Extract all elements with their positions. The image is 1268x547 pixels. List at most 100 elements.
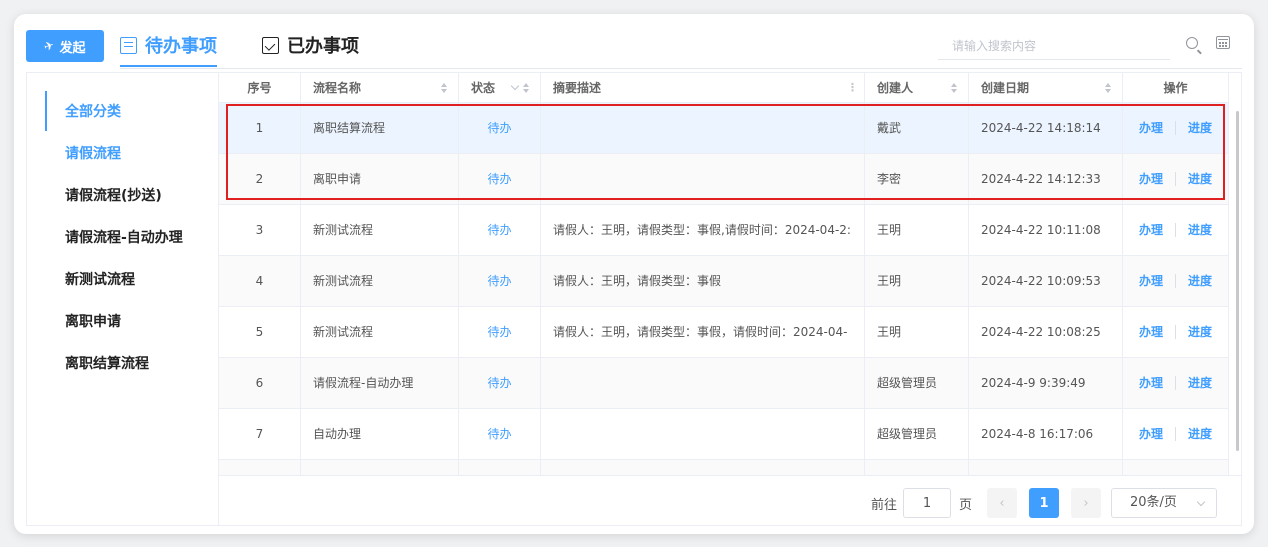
cell-actions: 办理 进度 — [1123, 409, 1229, 459]
vertical-scrollbar[interactable] — [1236, 111, 1239, 451]
launch-button-label: 发起 — [59, 40, 86, 56]
handle-button[interactable]: 办理 — [1127, 274, 1175, 288]
progress-button[interactable]: 进度 — [1175, 121, 1224, 135]
cell-status: 待办 — [459, 256, 541, 306]
table-row[interactable]: 5 新测试流程 待办 请假人：王明，请假类型：事假，请假时间：2024-04- 王明 20… — [219, 307, 1229, 358]
cell-status: 待办 — [459, 307, 541, 357]
sidebar-item-new-test[interactable]: 新测试流程 — [65, 269, 135, 289]
progress-button[interactable]: 进度 — [1175, 325, 1224, 339]
cell-summary — [541, 409, 865, 459]
cell-date: 2024-4-22 14:18:14 — [969, 103, 1123, 153]
tab-done-label: 已办事项 — [287, 36, 359, 57]
table-row[interactable]: 7 自动办理 待办 超级管理员 2024-4-8 16:17:06 办理 进度 — [219, 409, 1229, 460]
cell-no: 2 — [219, 154, 301, 204]
tab-done[interactable]: 已办事项 — [262, 28, 359, 62]
sidebar-item-resign-settle[interactable]: 离职结算流程 — [65, 353, 149, 373]
cell-summary — [541, 358, 865, 408]
progress-button[interactable]: 进度 — [1175, 274, 1224, 288]
cell-actions: 办理 进度 — [1123, 103, 1229, 153]
col-status[interactable]: 状态 — [459, 73, 541, 103]
cell-no: 4 — [219, 256, 301, 306]
col-name[interactable]: 流程名称 — [301, 73, 459, 103]
cell-status: 待办 — [459, 205, 541, 255]
cell-creator: 王明 — [865, 307, 969, 357]
tab-todo-label: 待办事项 — [145, 36, 217, 57]
table-header: 序号 流程名称 状态 摘要描述 ⋮ 创建人 创建日期 操作 — [219, 73, 1229, 103]
calendar-icon[interactable] — [1216, 36, 1230, 49]
todo-list-icon — [120, 36, 137, 54]
chevron-right-icon: › — [1083, 495, 1089, 511]
cell-date: 2024-4-22 10:09:53 — [969, 256, 1123, 306]
handle-button[interactable]: 办理 — [1127, 427, 1175, 441]
handle-button[interactable]: 办理 — [1127, 376, 1175, 390]
table-row-partial — [219, 460, 1229, 475]
sidebar-item-leave-cc[interactable]: 请假流程(抄送) — [65, 185, 162, 205]
cell-status: 待办 — [459, 154, 541, 204]
table-row[interactable]: 2 离职申请 待办 李密 2024-4-22 14:12:33 办理 进度 — [219, 154, 1229, 205]
sidebar-item-resign[interactable]: 离职申请 — [65, 311, 121, 331]
empty-cell — [865, 460, 969, 475]
cell-summary: 请假人：王明，请假类型：事假 — [541, 256, 865, 306]
tab-todo[interactable]: 待办事项 — [120, 28, 217, 67]
filter-chevron-icon[interactable] — [510, 81, 520, 91]
sort-icon[interactable] — [1105, 83, 1112, 93]
next-page-button[interactable]: › — [1071, 488, 1101, 518]
resize-handle-icon[interactable]: ⋮ — [847, 73, 858, 103]
col-actions: 操作 — [1123, 73, 1229, 103]
empty-cell — [1123, 460, 1229, 475]
cell-creator: 戴武 — [865, 103, 969, 153]
empty-cell — [459, 460, 541, 475]
goto-page-input[interactable] — [903, 488, 951, 518]
handle-button[interactable]: 办理 — [1127, 325, 1175, 339]
todo-table: 序号 流程名称 状态 摘要描述 ⋮ 创建人 创建日期 操作 1 离职结算流程 待办 戴武… — [218, 72, 1242, 526]
handle-button[interactable]: 办理 — [1127, 121, 1175, 135]
cell-date: 2024-4-22 10:11:08 — [969, 205, 1123, 255]
sort-icon[interactable] — [441, 83, 448, 93]
page-size-select[interactable]: 20条/页 — [1111, 488, 1217, 518]
launch-button[interactable]: ✈ 发起 — [26, 30, 104, 62]
goto-label: 前往 — [871, 498, 898, 513]
sidebar-item-all[interactable]: 全部分类 — [65, 101, 121, 121]
page-number-current[interactable]: 1 — [1029, 488, 1059, 518]
progress-button[interactable]: 进度 — [1175, 376, 1224, 390]
sidebar-item-leave[interactable]: 请假流程 — [65, 143, 121, 163]
table-row[interactable]: 3 新测试流程 待办 请假人：王明，请假类型：事假,请假时间：2024-04-2: 王明… — [219, 205, 1229, 256]
table-row[interactable]: 1 离职结算流程 待办 戴武 2024-4-22 14:18:14 办理 进度 — [219, 103, 1229, 154]
table-row[interactable]: 4 新测试流程 待办 请假人：王明，请假类型：事假 王明 2024-4-22 10:09:… — [219, 256, 1229, 307]
search-icon[interactable] — [1186, 37, 1198, 49]
sort-icon[interactable] — [951, 83, 958, 93]
cell-status: 待办 — [459, 358, 541, 408]
cell-creator: 李密 — [865, 154, 969, 204]
col-summary: 摘要描述 ⋮ — [541, 73, 865, 103]
search-input[interactable] — [938, 32, 1170, 59]
cell-date: 2024-4-8 16:17:06 — [969, 409, 1123, 459]
cell-no: 1 — [219, 103, 301, 153]
sort-icon[interactable] — [523, 83, 530, 93]
prev-page-button[interactable]: ‹ — [987, 488, 1017, 518]
cell-no: 5 — [219, 307, 301, 357]
cell-summary — [541, 103, 865, 153]
progress-button[interactable]: 进度 — [1175, 427, 1224, 441]
pagination: 前往 页 ‹ 1 › 20条/页 — [219, 475, 1241, 525]
cell-summary: 请假人：王明，请假类型：事假,请假时间：2024-04-2: — [541, 205, 865, 255]
handle-button[interactable]: 办理 — [1127, 223, 1175, 237]
cell-name: 自动办理 — [301, 409, 459, 459]
cell-no: 6 — [219, 358, 301, 408]
cell-actions: 办理 进度 — [1123, 256, 1229, 306]
empty-cell — [219, 460, 301, 475]
col-creator[interactable]: 创建人 — [865, 73, 969, 103]
handle-button[interactable]: 办理 — [1127, 172, 1175, 186]
category-sidebar: 全部分类 请假流程 请假流程(抄送) 请假流程-自动办理 新测试流程 离职申请 … — [26, 72, 218, 526]
page-size-value: 20条/页 — [1130, 495, 1177, 510]
sidebar-item-leave-auto[interactable]: 请假流程-自动办理 — [65, 227, 183, 247]
progress-button[interactable]: 进度 — [1175, 172, 1224, 186]
progress-button[interactable]: 进度 — [1175, 223, 1224, 237]
cell-name: 新测试流程 — [301, 307, 459, 357]
cell-date: 2024-4-9 9:39:49 — [969, 358, 1123, 408]
cell-actions: 办理 进度 — [1123, 307, 1229, 357]
col-date[interactable]: 创建日期 — [969, 73, 1123, 103]
cell-name: 新测试流程 — [301, 205, 459, 255]
empty-cell — [541, 460, 865, 475]
table-row[interactable]: 6 请假流程-自动办理 待办 超级管理员 2024-4-9 9:39:49 办理 进度 — [219, 358, 1229, 409]
cell-name: 新测试流程 — [301, 256, 459, 306]
